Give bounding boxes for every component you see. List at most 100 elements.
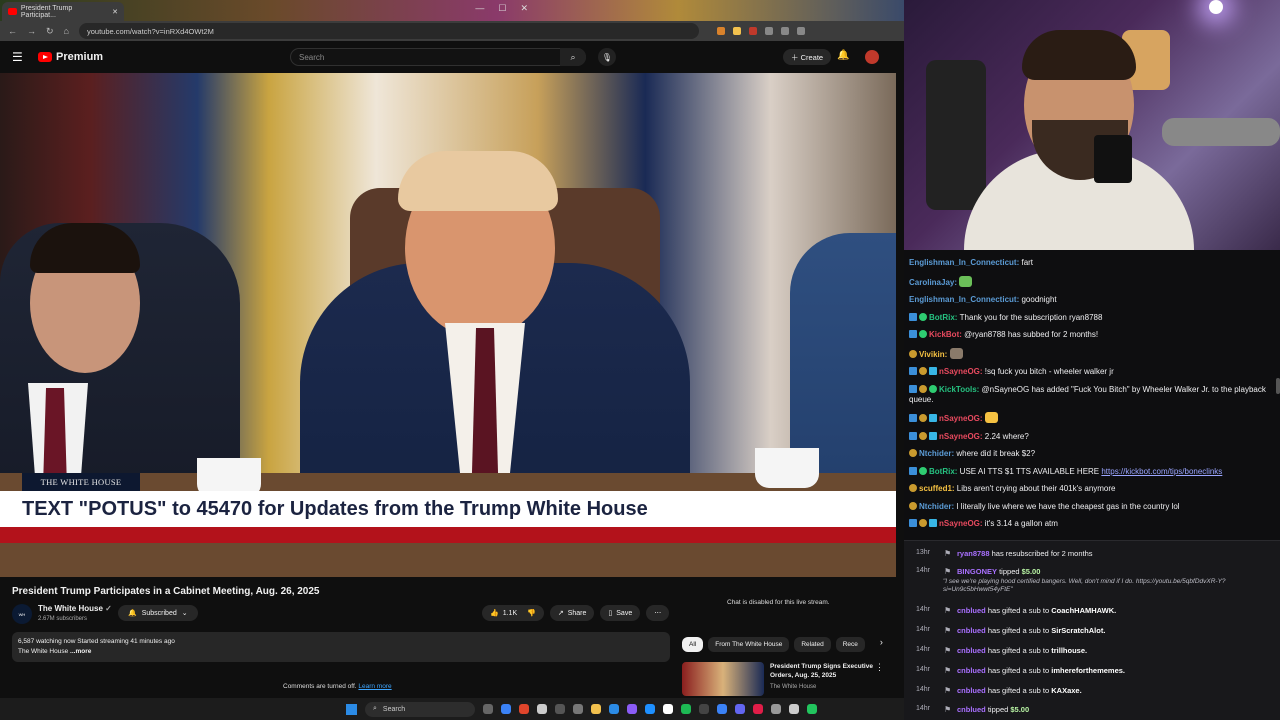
app-icon[interactable] [501, 704, 511, 714]
chat-scrollbar[interactable] [1276, 378, 1280, 394]
activity-user[interactable]: cnblued [957, 686, 986, 695]
chat-username[interactable]: CarolinaJay: [909, 278, 959, 287]
url-field[interactable]: youtube.com/watch?v=inRXd4OWt2M [78, 23, 699, 39]
app-icon[interactable] [807, 704, 817, 714]
thumbs-down-icon[interactable]: 👎 [527, 609, 536, 617]
back-icon[interactable]: ← [8, 26, 17, 36]
app-icon[interactable] [573, 704, 583, 714]
close-window-icon[interactable]: ✕ [520, 3, 528, 14]
app-icon[interactable] [735, 704, 745, 714]
learn-more-link[interactable]: Learn more [358, 683, 391, 690]
youtube-logo[interactable]: Premium [38, 51, 103, 63]
extension-icon[interactable] [764, 27, 773, 35]
app-icon[interactable] [753, 704, 763, 714]
chat-text: fart [1021, 258, 1034, 267]
app-icon[interactable] [789, 704, 799, 714]
chip-related[interactable]: Related [794, 637, 831, 652]
notifications-bell-icon[interactable]: 🔔 [837, 50, 849, 61]
chip-recent[interactable]: Rece [835, 637, 865, 652]
activity-user[interactable]: cnblued [957, 705, 986, 714]
app-icon[interactable] [609, 704, 619, 714]
taskview-icon[interactable] [483, 704, 493, 714]
chat-username[interactable]: BotRix: [929, 467, 960, 476]
like-button[interactable]: 👍 1.1K 👎 [482, 605, 544, 621]
more-link[interactable]: ...more [70, 648, 91, 655]
channel-avatar[interactable]: WH [12, 604, 32, 624]
home-icon[interactable]: ⌂ [64, 26, 69, 36]
activity-action: has gifted a sub to [985, 606, 1052, 615]
browser-tab[interactable]: President Trump Participat... ✕ [2, 2, 124, 21]
description-box[interactable]: 6,587 watching now Started streaming 41 … [12, 632, 670, 662]
chat-username[interactable]: KickTools: [939, 385, 982, 394]
microphone-icon[interactable]: 🎙 [598, 48, 616, 66]
chat-username[interactable]: Englishman_In_Connecticut: [909, 258, 1021, 267]
avatar[interactable] [865, 50, 879, 64]
webcam-feed [904, 0, 1280, 250]
chat-username[interactable]: KickBot: [929, 330, 964, 339]
app-icon[interactable] [555, 704, 565, 714]
chat-username[interactable]: Ntchider: [919, 449, 956, 458]
verified-icon: ✓ [105, 604, 112, 613]
share-button[interactable]: ↗ Share [549, 605, 595, 621]
app-icon[interactable] [627, 704, 637, 714]
channel-name[interactable]: The White House ✓ [38, 604, 112, 613]
extension-icon[interactable] [748, 27, 757, 35]
activity-user[interactable]: cnblued [957, 606, 986, 615]
extension-icon[interactable] [780, 27, 789, 35]
filter-chips: All From The White House Related Rece › [682, 637, 883, 652]
app-icon[interactable] [771, 704, 781, 714]
chat-username[interactable]: Englishman_In_Connecticut: [909, 295, 1021, 304]
app-icon[interactable] [717, 704, 727, 714]
chat-username[interactable]: Ntchider: [919, 502, 956, 511]
chat-username[interactable]: nSayneOG: [939, 367, 985, 376]
chat-link[interactable]: https://kickbot.com/tips/boneclinks [1101, 467, 1222, 476]
more-actions-button[interactable]: ⋯ [646, 605, 670, 621]
chat-message: Englishman_In_Connecticut: fart [909, 254, 1280, 272]
video-player[interactable]: THE WHITE HOUSE TEXT "POTUS" to 45470 fo… [0, 73, 896, 577]
app-icon[interactable] [699, 704, 709, 714]
spotify-icon[interactable] [681, 704, 691, 714]
windows-start-icon[interactable] [346, 703, 357, 715]
chat-username[interactable]: scuffed1: [919, 484, 957, 493]
extension-icons [716, 27, 805, 35]
activity-user[interactable]: cnblued [957, 626, 986, 635]
chat-username[interactable]: nSayneOG: [939, 414, 985, 423]
app-icon[interactable] [645, 704, 655, 714]
app-icon[interactable] [663, 704, 673, 714]
maximize-icon[interactable]: ☐ [498, 3, 506, 14]
more-vert-icon[interactable]: ⋮ [875, 662, 884, 673]
recommendation-thumbnail[interactable] [682, 662, 764, 696]
recommendation-title[interactable]: President Trump Signs Executive Orders, … [770, 662, 880, 680]
profile-icon[interactable] [796, 27, 805, 35]
activity-user[interactable]: cnblued [957, 666, 986, 675]
chat-username[interactable]: nSayneOG: [939, 519, 985, 528]
chip-all[interactable]: All [682, 637, 704, 652]
chat-username[interactable]: BotRix: [929, 313, 960, 322]
chrome-icon[interactable] [519, 704, 529, 714]
extension-icon[interactable] [732, 27, 741, 35]
activity-user[interactable]: BINGONEY [957, 567, 997, 576]
chevron-right-icon[interactable]: › [880, 637, 883, 652]
subscribed-button[interactable]: 🔔 Subscribed ⌄ [118, 605, 198, 621]
reload-icon[interactable]: ↻ [46, 26, 54, 37]
create-button[interactable]: ＋ Create [783, 49, 832, 65]
chat-username[interactable]: nSayneOG: [939, 432, 985, 441]
extension-icon[interactable] [716, 27, 725, 35]
save-label: Save [616, 609, 633, 617]
activity-user[interactable]: cnblued [957, 646, 986, 655]
close-tab-icon[interactable]: ✕ [112, 8, 118, 16]
forward-icon[interactable]: → [27, 26, 36, 36]
sword-badge-icon [909, 312, 917, 321]
minimize-icon[interactable]: — [475, 3, 484, 14]
folder-icon[interactable] [591, 704, 601, 714]
activity-user[interactable]: ryan8788 [957, 549, 990, 558]
save-button[interactable]: ▯ Save [600, 605, 641, 621]
taskbar-search[interactable]: ⌕ Search [365, 701, 475, 717]
chat-username[interactable]: Vivikin: [919, 350, 950, 359]
app-icon[interactable] [537, 704, 547, 714]
chip-from-channel[interactable]: From The White House [708, 637, 790, 652]
sword-badge-icon [909, 414, 917, 422]
search-input[interactable]: Search [290, 48, 586, 66]
search-icon[interactable]: ⌕ [560, 48, 586, 66]
menu-icon[interactable]: ☰ [12, 50, 32, 64]
